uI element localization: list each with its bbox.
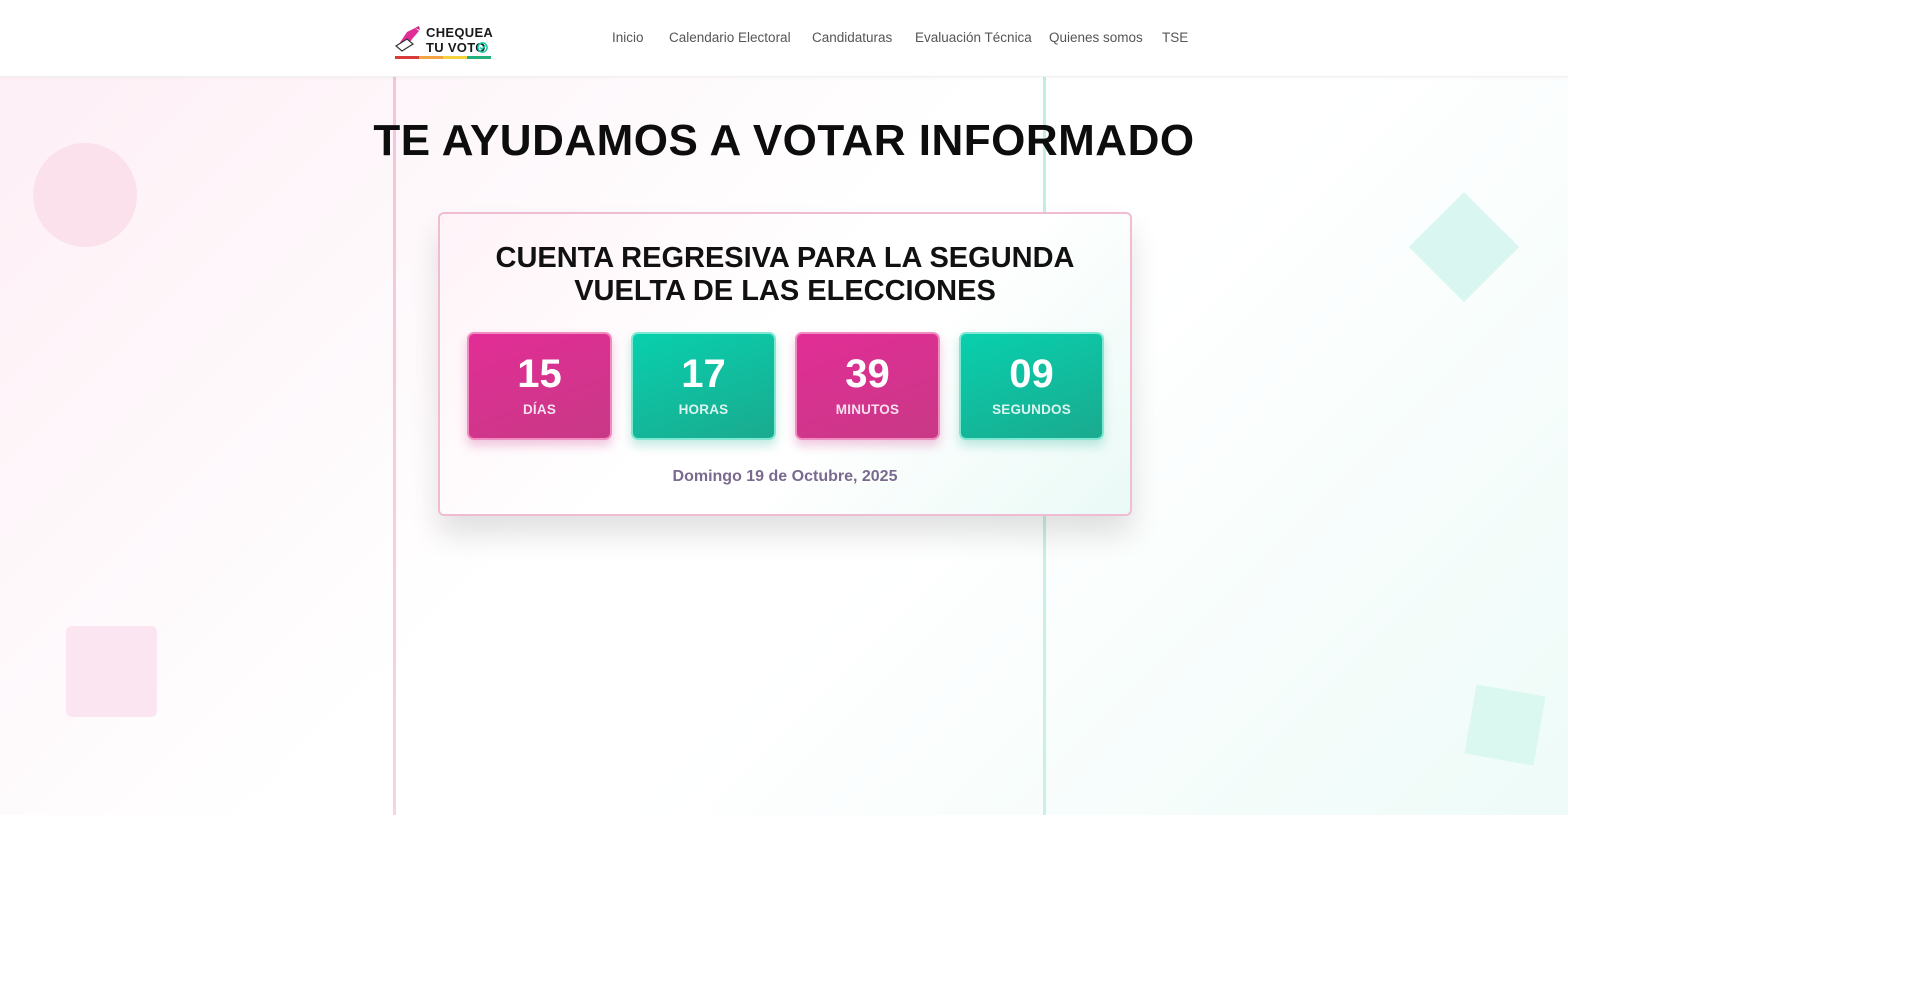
page: CHEQUEA TU VOTO Inicio Calendario Electo… <box>0 0 1568 815</box>
countdown-hours-value: 17 <box>681 352 726 396</box>
countdown-seconds-label: SEGUNDOS <box>992 402 1071 417</box>
hero-title: TE AYUDAMOS A VOTAR INFORMADO <box>373 116 1195 165</box>
countdown-days-value: 15 <box>517 352 562 396</box>
decorative-square <box>66 626 157 717</box>
nav-item-quienes-somos[interactable]: Quienes somos <box>1049 30 1143 45</box>
decorative-square-teal <box>1464 684 1546 766</box>
decorative-diamond <box>1408 191 1520 303</box>
main-nav: Inicio Calendario Electoral Candidaturas… <box>0 30 1568 50</box>
nav-item-tse[interactable]: TSE <box>1162 30 1188 45</box>
countdown-hours: 17 HORAS <box>631 332 776 440</box>
countdown-seconds: 09 SEGUNDOS <box>959 332 1104 440</box>
countdown-card: CUENTA REGRESIVA PARA LA SEGUNDA VUELTA … <box>438 212 1132 516</box>
countdown-minutes-value: 39 <box>845 352 890 396</box>
countdown-hours-label: HORAS <box>678 402 729 417</box>
nav-item-calendario-electoral[interactable]: Calendario Electoral <box>669 30 791 45</box>
countdown-days-label: DÍAS <box>522 402 557 417</box>
decorative-line-pink <box>393 77 396 815</box>
nav-item-inicio[interactable]: Inicio <box>612 30 644 45</box>
countdown-minutes-label: MINUTOS <box>835 402 900 417</box>
countdown-title-line-2: VUELTA DE LAS ELECCIONES <box>574 275 996 307</box>
countdown-minutes: 39 MINUTOS <box>795 332 940 440</box>
site-header: CHEQUEA TU VOTO Inicio Calendario Electo… <box>0 0 1568 77</box>
nav-item-candidaturas[interactable]: Candidaturas <box>812 30 892 45</box>
countdown-days: 15 DÍAS <box>467 332 612 440</box>
nav-item-evaluacion-tecnica[interactable]: Evaluación Técnica <box>915 30 1032 45</box>
countdown-title-line-1: CUENTA REGRESIVA PARA LA SEGUNDA <box>495 242 1075 274</box>
election-date: Domingo 19 de Octubre, 2025 <box>672 468 898 485</box>
countdown-seconds-value: 09 <box>1009 352 1054 396</box>
countdown-title: CUENTA REGRESIVA PARA LA SEGUNDA VUELTA … <box>440 242 1130 308</box>
logo-color-bar <box>395 56 491 59</box>
